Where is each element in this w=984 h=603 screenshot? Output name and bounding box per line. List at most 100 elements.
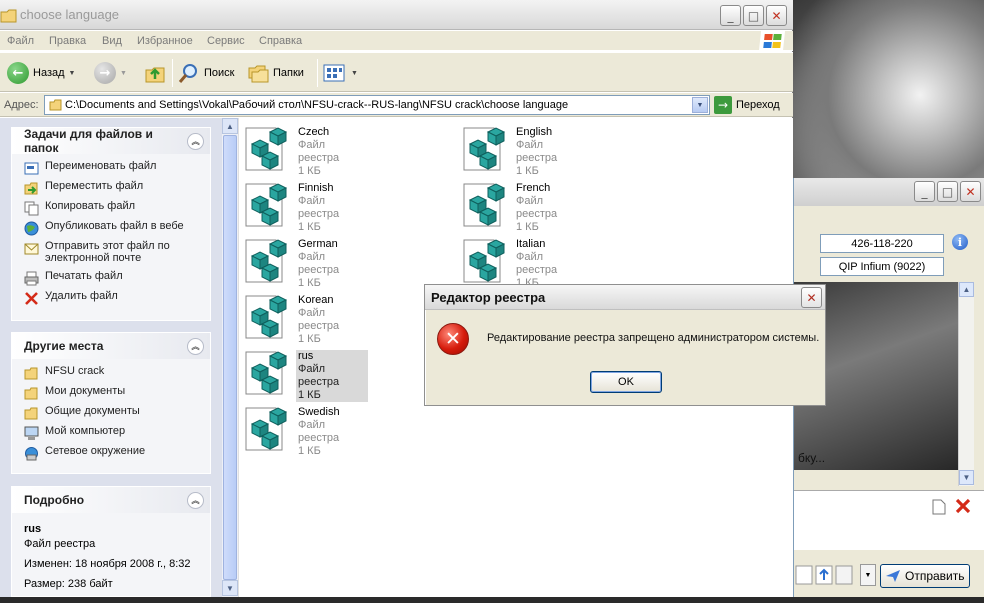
file-label: English Файл реестра 1 КБ [514, 126, 586, 178]
task-label: Печатать файл [45, 270, 123, 282]
address-label: Адрес: [4, 99, 39, 111]
dialog-close-button[interactable]: ✕ [801, 287, 822, 308]
file-item[interactable]: rus Файл реестра 1 КБ [244, 346, 368, 402]
qip-scrollbar[interactable]: ▲ ▼ [958, 282, 974, 486]
task-move[interactable]: Переместить файл [24, 180, 200, 200]
ok-button[interactable]: OK [590, 371, 662, 393]
qip-dropdown-button[interactable]: ▼ [860, 564, 876, 586]
forward-arrow-icon: → [94, 62, 116, 84]
scroll-up-icon[interactable]: ▲ [959, 282, 974, 297]
qip-toolbar-icons[interactable] [794, 564, 854, 586]
forward-button[interactable]: → ▼ [94, 59, 127, 87]
windows-logo-icon [758, 31, 786, 51]
menu-view[interactable]: Вид [102, 35, 122, 47]
search-label: Поиск [204, 67, 235, 79]
back-button[interactable]: ← Назад ▼ [7, 59, 75, 87]
address-input[interactable]: C:\Documents and Settings\Vokal\Рабочий … [44, 95, 710, 115]
place-nfsu-crack[interactable]: NFSU crack [24, 365, 200, 385]
collapse-icon[interactable]: ︽ [187, 337, 204, 355]
minimize-button[interactable]: _ [720, 5, 741, 26]
scroll-down-icon[interactable]: ▼ [222, 580, 238, 596]
file-type: Файл реестра [298, 139, 340, 164]
file-size: 1 КБ [298, 445, 321, 457]
place-my-documents[interactable]: Мои документы [24, 385, 200, 405]
file-item[interactable]: German Файл реестра 1 КБ [244, 234, 366, 289]
registry-file-icon [245, 351, 288, 395]
scroll-thumb[interactable] [223, 135, 237, 580]
task-print[interactable]: Печатать файл [24, 270, 200, 290]
toolbar-separator [317, 59, 318, 87]
address-bar: Адрес: C:\Documents and Settings\Vokal\Р… [0, 93, 793, 117]
task-publish[interactable]: Опубликовать файл в вебе [24, 220, 200, 240]
place-my-computer[interactable]: Мой компьютер [24, 425, 200, 445]
file-item[interactable]: Czech Файл реестра 1 КБ [244, 122, 366, 177]
vertical-scrollbar[interactable]: ▲ ▼ [222, 118, 239, 597]
address-path: C:\Documents and Settings\Vokal\Рабочий … [65, 99, 569, 111]
menu-favorites[interactable]: Избранное [137, 35, 193, 47]
go-button[interactable]: → Переход [714, 96, 780, 114]
close-icon[interactable] [954, 497, 972, 515]
info-icon[interactable]: i [952, 234, 968, 250]
search-button[interactable]: Поиск [178, 59, 234, 87]
file-item[interactable]: Korean Файл реестра 1 КБ [244, 290, 366, 345]
place-network[interactable]: Сетевое окружение [24, 445, 200, 465]
scroll-up-icon[interactable]: ▲ [222, 118, 238, 134]
qip-minimize-button[interactable]: _ [914, 181, 935, 202]
menu-tools[interactable]: Сервис [207, 35, 245, 47]
copy-icon [24, 201, 39, 216]
qip-input-area[interactable] [794, 490, 984, 550]
task-copy[interactable]: Копировать файл [24, 200, 200, 220]
registry-file-icon [463, 127, 506, 171]
collapse-icon[interactable]: ︽ [187, 491, 204, 509]
file-size: 1 КБ [298, 389, 321, 401]
up-folder-icon [145, 67, 165, 83]
send-button[interactable]: Отправить [880, 564, 970, 588]
chevron-down-icon[interactable]: ▼ [69, 70, 76, 77]
move-icon [24, 182, 38, 195]
place-shared-documents[interactable]: Общие документы [24, 405, 200, 425]
qip-close-button[interactable]: ✕ [960, 181, 981, 202]
close-button[interactable]: ✕ [766, 5, 787, 26]
details-panel-header[interactable]: Подробно ︽ [12, 487, 210, 513]
task-email[interactable]: Отправить этот файл по электронной почте [24, 240, 200, 270]
file-item[interactable]: Finnish Файл реестра 1 КБ [244, 178, 366, 233]
chevron-down-icon[interactable]: ▼ [692, 97, 708, 113]
maximize-button[interactable]: □ [743, 5, 764, 26]
menu-file[interactable]: Файл [7, 35, 34, 47]
toolbar-separator [172, 59, 173, 87]
toolbar: ← Назад ▼ → ▼ Поиск Папки ▼ [0, 52, 793, 92]
file-item[interactable]: Italian Файл реестра 1 КБ [462, 234, 584, 289]
file-item[interactable]: English Файл реестра 1 КБ [462, 122, 584, 177]
task-rename[interactable]: Переименовать файл [24, 160, 200, 180]
file-size: 1 КБ [298, 165, 321, 177]
menu-edit[interactable]: Правка [49, 35, 86, 47]
file-type: Файл реестра [298, 419, 340, 444]
search-icon [178, 64, 197, 83]
qip-titlebar[interactable]: _ □ ✕ [794, 178, 984, 206]
registry-error-dialog[interactable]: Редактор реестра ✕ ✕ Редактирование реес… [424, 284, 826, 406]
chevron-down-icon[interactable]: ▼ [351, 70, 358, 77]
document-icon[interactable] [932, 499, 946, 515]
qip-maximize-button[interactable]: □ [937, 181, 958, 202]
collapse-icon[interactable]: ︽ [187, 132, 204, 150]
chevron-down-icon[interactable]: ▼ [120, 70, 127, 77]
tasks-panel: Задачи для файлов и папок ︽ Переименоват… [11, 127, 211, 321]
dialog-titlebar[interactable]: Редактор реестра ✕ [425, 285, 825, 310]
email-icon [24, 243, 39, 255]
file-item[interactable]: Swedish Файл реестра 1 КБ [244, 402, 366, 457]
menu-help[interactable]: Справка [259, 35, 302, 47]
file-size: 1 КБ [298, 221, 321, 233]
tasks-panel-header[interactable]: Задачи для файлов и папок ︽ [12, 127, 210, 155]
dialog-message: Редактирование реестра запрещено админис… [487, 332, 820, 344]
folder-icon [24, 407, 38, 420]
dialog-title: Редактор реестра [431, 290, 546, 305]
scroll-down-icon[interactable]: ▼ [959, 470, 974, 485]
views-button[interactable]: ▼ [323, 59, 358, 87]
explorer-titlebar[interactable]: choose language _ □ ✕ [0, 0, 793, 30]
file-item[interactable]: French Файл реестра 1 КБ [462, 178, 584, 233]
folders-button[interactable]: Папки [247, 59, 304, 87]
up-folder-button[interactable] [144, 59, 166, 87]
task-delete[interactable]: Удалить файл [24, 290, 200, 310]
places-panel-header[interactable]: Другие места ︽ [12, 333, 210, 359]
tasks-panel-title: Задачи для файлов и папок [24, 127, 153, 155]
